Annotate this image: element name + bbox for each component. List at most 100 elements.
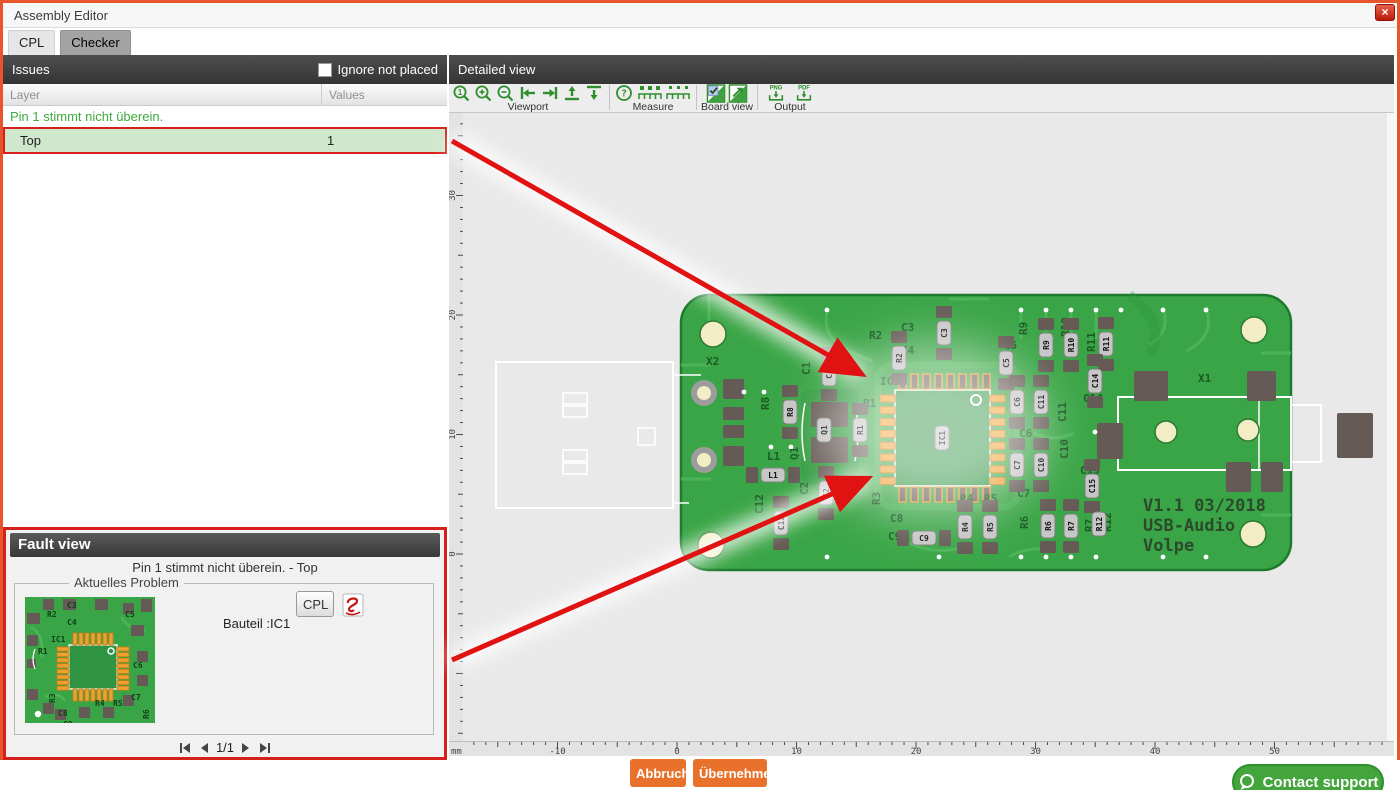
component-badge-IC1: IC1 bbox=[934, 425, 950, 451]
component-badge-C15: C15 bbox=[1084, 459, 1100, 513]
zoom-in-button[interactable] bbox=[473, 84, 495, 103]
svg-text:R1: R1 bbox=[856, 425, 865, 435]
component-badge-Q1: Q1 bbox=[816, 417, 832, 443]
component-badge-C11: C11 bbox=[1033, 375, 1049, 429]
ignore-not-placed-checkbox[interactable] bbox=[317, 62, 332, 77]
contact-support-button[interactable]: Contact support bbox=[1232, 764, 1384, 790]
svg-text:C14: C14 bbox=[1091, 374, 1100, 389]
silkscreen-label: C12 bbox=[753, 494, 766, 514]
svg-text:0: 0 bbox=[449, 551, 458, 556]
toolbar-group-output: PNG PDF Output bbox=[762, 84, 818, 112]
column-layer[interactable]: Layer bbox=[3, 88, 321, 102]
component-badge-R7: R7 bbox=[1063, 499, 1079, 553]
silkscreen-label: X2 bbox=[706, 355, 719, 368]
svg-text:R1: R1 bbox=[38, 647, 48, 656]
svg-text:R2: R2 bbox=[47, 610, 57, 619]
svg-text:Volpe: Volpe bbox=[1143, 536, 1194, 556]
issues-header: Issues Ignore not placed bbox=[3, 55, 447, 84]
toolbar-separator bbox=[756, 85, 758, 110]
board-canvas[interactable]: X2R8C1R2C3C4C5R9R10R11IC1R1Q1L1C2C12R3C8… bbox=[449, 113, 1394, 756]
svg-text:Q1: Q1 bbox=[820, 425, 829, 435]
svg-text:R9: R9 bbox=[1042, 340, 1051, 350]
tab-checker[interactable]: Checker bbox=[60, 30, 131, 55]
silkscreen-label: Q1 bbox=[788, 446, 801, 460]
fit-bottom-button[interactable] bbox=[583, 84, 605, 103]
issues-title: Issues bbox=[12, 62, 50, 77]
apply-button[interactable]: Übernehmen bbox=[693, 759, 778, 787]
fault-thumbnail-image: R2 C3 C4 C5 IC1R1 C6 R3C8 R4 R5 C7R6 C9 bbox=[25, 597, 155, 723]
svg-text:C7: C7 bbox=[1013, 460, 1022, 470]
scrollbar[interactable] bbox=[1387, 113, 1394, 756]
component-badge-R10: R10 bbox=[1063, 318, 1079, 372]
component-badge-C7: C7 bbox=[1009, 438, 1025, 492]
svg-text:IC1: IC1 bbox=[51, 635, 66, 644]
cpl-button[interactable]: CPL bbox=[296, 591, 334, 617]
svg-text:R7: R7 bbox=[1067, 521, 1076, 531]
svg-text:R10: R10 bbox=[1067, 338, 1076, 353]
assembly-editor-window: Assembly Editor × CPL Checker Issues Ign… bbox=[0, 0, 1400, 790]
silkscreen-label: C2 bbox=[798, 482, 811, 495]
svg-text:0: 0 bbox=[674, 747, 679, 756]
viewport-group-label: Viewport bbox=[507, 101, 549, 113]
component-badge-C12: C12 bbox=[773, 496, 789, 550]
issue-row-layer: Top bbox=[20, 133, 41, 148]
first-page-button[interactable] bbox=[178, 741, 192, 755]
silkscreen-label: C8 bbox=[890, 512, 903, 525]
svg-text:R2: R2 bbox=[895, 353, 904, 363]
component-badge-C2: C2 bbox=[818, 466, 834, 520]
silkscreen-label: C11 bbox=[1056, 402, 1069, 422]
toolbar-separator bbox=[609, 85, 610, 110]
issue-group-row[interactable]: Pin 1 stimmt nicht überein. bbox=[3, 106, 447, 127]
ignore-not-placed-label: Ignore not placed bbox=[337, 62, 438, 77]
svg-text:C7: C7 bbox=[131, 693, 141, 702]
cancel-button[interactable]: Abbruch bbox=[630, 759, 689, 787]
previous-page-button[interactable] bbox=[197, 741, 211, 755]
svg-text:30: 30 bbox=[1030, 747, 1041, 756]
issues-table-header: Layer Values bbox=[3, 84, 447, 106]
svg-text:C1: C1 bbox=[825, 369, 834, 379]
fit-top-button[interactable] bbox=[561, 84, 583, 103]
silkscreen-label: R9 bbox=[1017, 322, 1030, 335]
svg-text:R4: R4 bbox=[961, 522, 970, 532]
column-values[interactable]: Values bbox=[321, 84, 447, 105]
svg-text:1: 1 bbox=[458, 88, 463, 97]
titlebar: Assembly Editor bbox=[3, 3, 1397, 28]
issue-row-top[interactable]: Top 1 bbox=[3, 127, 447, 154]
toolbar-separator bbox=[696, 85, 697, 110]
pdf-export-icon[interactable] bbox=[342, 593, 364, 617]
svg-text:R12: R12 bbox=[1095, 517, 1104, 532]
zoom-100-button[interactable]: 1 bbox=[451, 84, 473, 103]
toolbar-group-measure: ? Measure bbox=[614, 84, 692, 112]
component-badge-R4: R4 bbox=[957, 500, 973, 554]
svg-text:mm: mm bbox=[451, 747, 462, 756]
issue-row-value: 1 bbox=[327, 133, 335, 148]
component-badge-C3: C3 bbox=[936, 306, 952, 360]
tab-cpl[interactable]: CPL bbox=[8, 30, 56, 55]
svg-text:C5: C5 bbox=[1002, 358, 1011, 368]
next-page-button[interactable] bbox=[239, 741, 253, 755]
svg-text:C3: C3 bbox=[940, 328, 949, 338]
usb-connector-outline bbox=[495, 361, 674, 509]
component-badge-C6: C6 bbox=[1009, 375, 1025, 429]
svg-text:10: 10 bbox=[449, 429, 458, 440]
silkscreen-label: L1 bbox=[767, 450, 781, 463]
fault-view-panel: Fault view Pin 1 stimmt nicht überein. -… bbox=[3, 527, 447, 760]
svg-text:C4: C4 bbox=[67, 618, 77, 627]
detail-toolbar: 1 Viewport ? Measure Board view PNG PDF … bbox=[449, 84, 1394, 113]
svg-text:R3: R3 bbox=[48, 693, 57, 703]
silkscreen-label: R3 bbox=[870, 492, 883, 505]
toolbar-group-boardview: Board view bbox=[701, 84, 753, 112]
silkscreen-label: R2 bbox=[869, 329, 882, 342]
silkscreen-label: R11 bbox=[1085, 332, 1098, 352]
measure-group-label: Measure bbox=[632, 101, 674, 113]
close-icon: × bbox=[1381, 5, 1389, 19]
close-button[interactable]: × bbox=[1375, 4, 1395, 21]
svg-text:C3: C3 bbox=[67, 601, 77, 610]
svg-text:R6: R6 bbox=[142, 709, 151, 719]
component-badge-R8: R8 bbox=[782, 385, 798, 439]
component-badge-C10: C10 bbox=[1033, 438, 1049, 492]
part-label: Bauteil :IC1 bbox=[223, 616, 291, 631]
pdf-label: PDF bbox=[798, 86, 810, 92]
silkscreen-label: X1 bbox=[1198, 372, 1212, 385]
last-page-button[interactable] bbox=[258, 741, 272, 755]
